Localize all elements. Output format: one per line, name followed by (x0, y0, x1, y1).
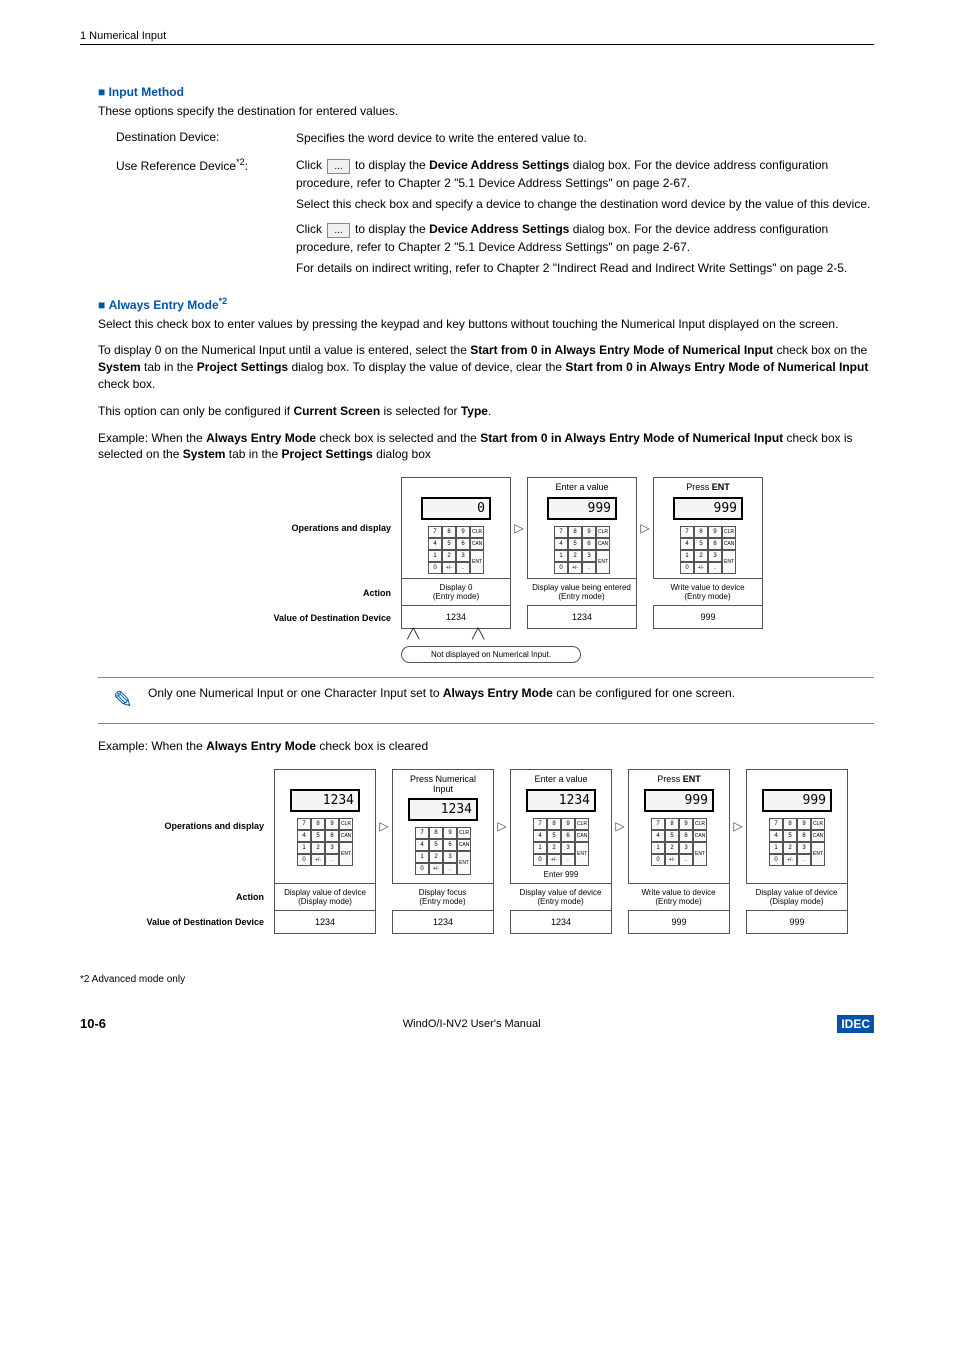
note-text: Only one Numerical Input or one Characte… (148, 686, 874, 715)
always-p2: To display 0 on the Numerical Input unti… (98, 342, 874, 392)
always-ex2: Example: When the Always Entry Mode chec… (98, 738, 874, 755)
use-ref-label: Use Reference Device*2: (116, 157, 296, 277)
diagram-2: Operations and display 1234 789CLR 456CA… (98, 769, 848, 934)
dots-button-1[interactable]: ... (327, 159, 349, 174)
ref-p2: Select this check box and specify a devi… (296, 196, 874, 213)
page-header: 1 Numerical Input (80, 30, 874, 45)
diagram-1: Operations and display 0 789CLR 456CAN 1… (201, 477, 771, 663)
always-heading: ■ Always Entry Mode*2 (98, 296, 874, 312)
dest-device-text: Specifies the word device to write the e… (296, 130, 874, 147)
input-method-intro: These options specify the destination fo… (98, 103, 874, 120)
ref-p1: Click ... to display the Device Address … (296, 157, 874, 192)
note-icon: ✎ (98, 686, 148, 715)
always-p3: This option can only be configured if Cu… (98, 403, 874, 420)
dest-device-label: Destination Device: (116, 130, 296, 147)
manual-title: WindO/I-NV2 User's Manual (403, 1018, 541, 1030)
footnote: *2 Advanced mode only (80, 974, 874, 985)
logo: IDEC (837, 1015, 874, 1033)
always-ex1: Example: When the Always Entry Mode chec… (98, 430, 874, 464)
ref-p4: For details on indirect writing, refer t… (296, 260, 874, 277)
always-p1: Select this check box to enter values by… (98, 316, 874, 333)
diagram1-bubble: Not displayed on Numerical Input. (401, 646, 581, 663)
ref-p3: Click ... to display the Device Address … (296, 221, 874, 256)
input-method-heading: ■ Input Method (98, 85, 874, 99)
dots-button-2[interactable]: ... (327, 223, 349, 238)
page-number: 10-6 (80, 1016, 106, 1031)
